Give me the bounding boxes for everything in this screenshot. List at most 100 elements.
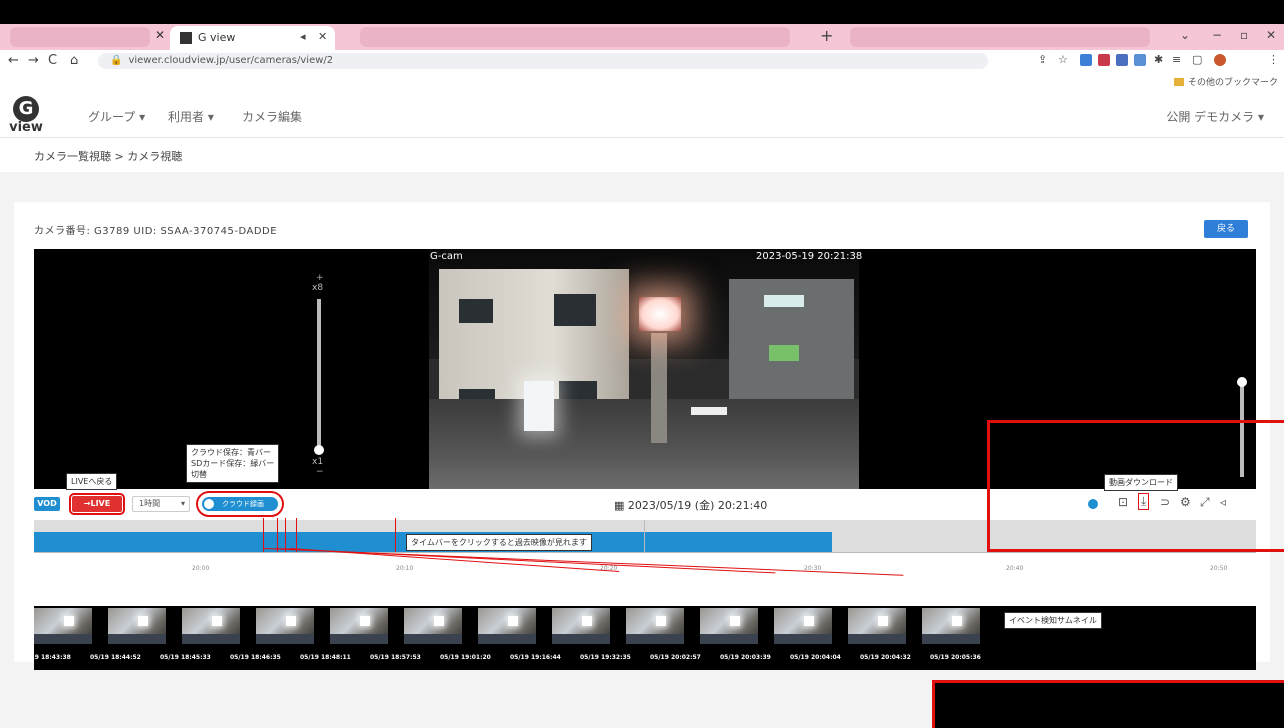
tab-search-icon[interactable]: ⌄ [1180,28,1190,42]
vending-machine [524,381,554,431]
close-window-icon[interactable]: ✕ [1266,28,1276,42]
address-bar: ← → C ⌂ 🔒 viewer.cloudview.jp/user/camera… [0,50,1284,72]
browser-tab-bar: ✕ G view ◂ ✕ + ⌄ − ▫ ✕ [0,24,1284,50]
slider-handle[interactable] [1237,377,1247,387]
street [429,399,859,489]
event-thumbnail[interactable] [922,608,980,644]
extension-icon[interactable] [1116,54,1128,66]
camera-info: カメラ番号: G3789 UID: SSAA-370745-DADDE [34,226,278,237]
timeline-cursor [644,520,645,552]
chevron-down-icon: ▾ [180,499,185,508]
thumbnail-time: 05/19 18:46:35 [230,654,281,661]
blurred-tab[interactable] [360,27,790,47]
other-bookmarks[interactable]: その他のブックマーク [1173,75,1278,88]
event-thumbnail[interactable] [108,608,166,644]
active-tab[interactable]: G view ◂ ✕ [170,26,335,50]
highlight-box [987,420,1284,552]
toggle-knob [204,499,214,509]
screen: ✕ G view ◂ ✕ + ⌄ − ▫ ✕ ← → C ⌂ 🔒 viewer.c… [0,0,1284,728]
profile-icon[interactable] [1214,54,1226,66]
plus-icon[interactable]: + [316,273,324,283]
forward-icon[interactable]: → [28,53,39,68]
thumbnail-time: 05/19 18:43:38 [20,654,71,661]
blurred-tab[interactable] [850,27,1150,47]
new-tab-icon[interactable]: + [820,26,833,45]
favicon-icon [180,32,192,44]
menu-icon[interactable]: ⋮ [1268,53,1279,66]
minus-icon[interactable]: − [316,467,324,477]
cloud-storage-toggle[interactable]: クラウド録画 [196,491,284,517]
close-tab-icon[interactable]: ✕ [318,30,327,43]
range-select[interactable]: 1時間 ▾ [132,496,190,512]
thumbnail-time: 05/19 20:04:04 [790,654,841,661]
event-thumbnail[interactable] [478,608,536,644]
event-thumbnail[interactable] [700,608,758,644]
bench [691,407,727,415]
thumbnail-time: 05/19 20:02:57 [650,654,701,661]
camera-frame [429,249,859,489]
event-thumbnail[interactable] [552,608,610,644]
osd-camera-name: G-cam [430,251,463,262]
pin-icon[interactable]: ◂ [300,30,306,43]
timeline-label: 20:50 [1210,565,1228,572]
event-thumbnail[interactable] [774,608,832,644]
event-thumbnail[interactable] [256,608,314,644]
home-icon[interactable]: ⌂ [70,53,78,68]
slider-track[interactable] [317,299,321,449]
back-icon[interactable]: ← [8,53,19,68]
thumbnail-time: 05/19 18:45:33 [160,654,211,661]
reading-list-icon[interactable]: ≡ [1172,53,1181,66]
lock-icon: 🔒 [110,55,123,66]
bookmarks-bar: その他のブックマーク [0,72,1284,90]
folder-icon [1173,78,1184,86]
tooltip-thumbnails: イベント検知サムネイル [1004,612,1102,629]
blurred-tab[interactable] [10,27,150,47]
event-thumbnail[interactable] [626,608,684,644]
thumbnail-time: 05/19 20:05:36 [930,654,981,661]
tooltip-timeline: タイムバーをクリックすると過去映像が見れます [406,534,592,551]
current-datetime: ▦ 2023/05/19 (金) 20:21:40 [614,499,768,512]
nav-group[interactable]: グループ ▾ [88,108,145,125]
extension-icon[interactable] [1080,54,1092,66]
playback-speed-slider[interactable]: + x8 x1 − [312,273,326,477]
timeline-label: 20:40 [1006,565,1024,572]
minimize-icon[interactable]: − [1212,28,1222,42]
event-thumbnail[interactable] [182,608,240,644]
url-field[interactable]: 🔒 viewer.cloudview.jp/user/cameras/view/2 [98,53,988,69]
close-tab-icon[interactable]: ✕ [155,28,165,42]
slider-handle[interactable] [314,445,324,455]
live-button[interactable]: →LIVE [69,493,125,515]
speed-max-label: x8 [312,283,324,293]
breadcrumb: カメラ一覧視聴 > カメラ視聴 [34,150,183,163]
timeline-label: 20:00 [192,565,210,572]
vod-button[interactable]: VOD [34,497,60,511]
event-thumbnail[interactable] [330,608,388,644]
breadcrumb-bar: カメラ一覧視聴 > カメラ視聴 [0,138,1284,172]
extensions-puzzle-icon[interactable]: ✱ [1154,53,1163,66]
thumbnail-time: 05/19 20:04:32 [860,654,911,661]
maximize-icon[interactable]: ▫ [1240,28,1248,42]
logo-g-icon: G [13,96,39,122]
event-thumbnail[interactable] [404,608,462,644]
share-icon[interactable]: ⇪ [1038,53,1047,66]
tooltip-live: LIVEへ戻る [66,473,118,490]
bookmark-star-icon[interactable]: ☆ [1058,53,1068,66]
calendar-icon: ▦ [614,499,628,512]
user-menu[interactable]: 公開 デモカメラ ▾ [1166,108,1264,125]
extension-icon[interactable] [1134,54,1146,66]
reload-icon[interactable]: C [48,53,57,68]
timeline-label: 20:10 [396,565,414,572]
event-thumbnail[interactable] [848,608,906,644]
logo-text: view [9,120,43,135]
gview-logo[interactable]: G view [6,96,46,134]
extension-icon[interactable] [1098,54,1110,66]
side-panel-icon[interactable]: ▢ [1192,53,1202,66]
osd-timestamp: 2023-05-19 20:21:38 [756,251,863,262]
thumbnail-time: 05/19 19:32:35 [580,654,631,661]
nav-camera-edit[interactable]: カメラ編集 [242,108,302,125]
event-thumbnail[interactable] [34,608,92,644]
return-button[interactable]: 戻る [1204,220,1248,238]
nav-users[interactable]: 利用者 ▾ [168,108,214,125]
event-marker[interactable] [395,518,396,554]
sign-light [639,297,681,331]
